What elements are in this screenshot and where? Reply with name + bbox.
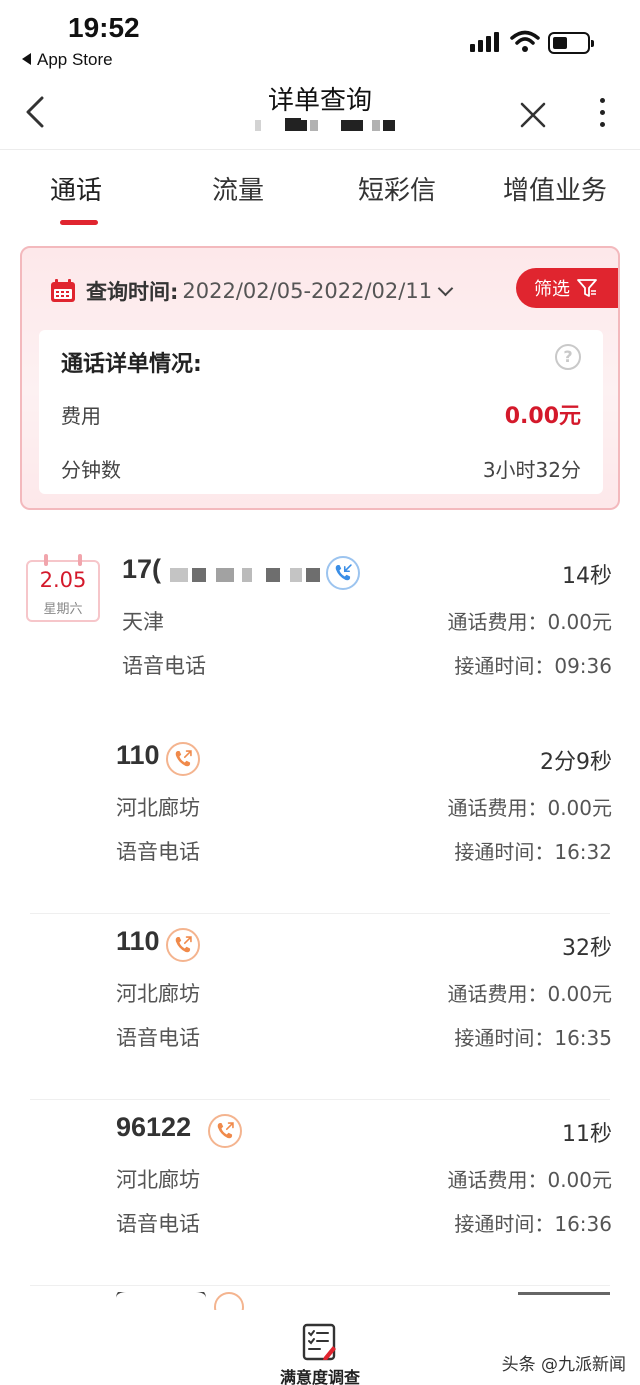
watermark: 头条 @九派新闻 — [501, 1355, 626, 1375]
close-icon[interactable] — [518, 100, 548, 130]
call-fee: 通话费用：0.00元 — [447, 610, 612, 634]
call-record[interactable]: 110 2分9秒 河北廊坊 语音电话 通话费用：0.00元 接通时间：16:32 — [0, 728, 640, 914]
calendar-icon — [51, 279, 75, 302]
more-options-icon[interactable] — [592, 98, 612, 132]
outgoing-call-icon — [166, 742, 200, 776]
battery-icon — [548, 32, 594, 54]
tab-data-usage[interactable]: 流量 — [212, 170, 264, 207]
call-location: 天津 — [122, 610, 164, 634]
call-duration: 11秒 — [562, 1122, 612, 1147]
filter-button[interactable]: 筛选 — [516, 268, 618, 308]
call-connect-time: 接通时间：16:36 — [454, 1212, 612, 1236]
call-connect-time: 接通时间：09:36 — [454, 654, 612, 678]
survey-clipboard-icon[interactable] — [300, 1322, 340, 1362]
cellular-signal-icon — [470, 32, 502, 52]
outgoing-call-icon — [208, 1114, 242, 1148]
call-duration: 2分9秒 — [540, 750, 612, 775]
wifi-icon — [510, 30, 540, 52]
query-time-selector[interactable]: 查询时间: 2022/02/05-2022/02/11 — [50, 274, 454, 308]
back-app-label: App Store — [37, 50, 113, 69]
call-type: 语音电话 — [122, 654, 206, 678]
query-time-label: 查询时间: — [86, 280, 179, 304]
call-record-partial — [0, 1292, 640, 1310]
call-duration: 32秒 — [562, 936, 612, 961]
bottom-bar: 满意度调查 头条 @九派新闻 — [0, 1310, 640, 1385]
filter-funnel-icon — [577, 279, 597, 297]
call-location: 河北廊坊 — [116, 796, 200, 820]
call-fee: 通话费用：0.00元 — [447, 982, 612, 1006]
call-type: 语音电话 — [116, 1026, 200, 1050]
call-location: 河北廊坊 — [116, 1168, 200, 1192]
call-detail-summary: 通话详单情况: ? 费用 0.00元 分钟数 3小时32分 — [39, 330, 603, 494]
tab-calls[interactable]: 通话 — [50, 170, 102, 207]
call-type: 语音电话 — [116, 1212, 200, 1236]
phone-number: 17( — [122, 554, 162, 584]
phone-number: 96122 — [116, 1112, 192, 1142]
date-badge: 2.05 星期六 — [26, 554, 100, 622]
call-duration: 14秒 — [562, 564, 612, 589]
help-icon[interactable]: ? — [555, 344, 581, 370]
phone-number: 110 — [116, 926, 160, 956]
filter-label: 筛选 — [534, 279, 570, 300]
detail-title: 通话详单情况: — [61, 352, 202, 377]
call-fee: 通话费用：0.00元 — [447, 796, 612, 820]
back-to-app-store[interactable]: App Store — [22, 50, 113, 70]
back-triangle-icon — [22, 53, 31, 65]
tab-sms-mms[interactable]: 短彩信 — [358, 170, 436, 207]
minutes-label: 分钟数 — [61, 458, 121, 482]
incoming-call-icon — [326, 556, 360, 590]
call-record[interactable]: 110 32秒 河北廊坊 语音电话 通话费用：0.00元 接通时间：16:35 — [0, 914, 640, 1100]
call-record[interactable]: 2.05 星期六 17( 14秒 天津 语音电话 通话费用：0.00元 接通时间… — [0, 542, 640, 728]
minutes-value: 3小时32分 — [482, 458, 581, 482]
date-day: 2.05 — [39, 568, 87, 592]
active-tab-indicator — [60, 220, 98, 225]
tab-value-added[interactable]: 增值业务 — [503, 170, 607, 207]
call-location: 河北廊坊 — [116, 982, 200, 1006]
chevron-down-icon — [437, 280, 454, 296]
fee-label: 费用 — [61, 404, 101, 428]
summary-card: 查询时间: 2022/02/05-2022/02/11 筛选 通话详单情况: ?… — [20, 246, 620, 510]
outgoing-call-icon — [166, 928, 200, 962]
call-connect-time: 接通时间：16:32 — [454, 840, 612, 864]
status-time: 19:52 — [68, 12, 140, 43]
call-fee: 通话费用：0.00元 — [447, 1168, 612, 1192]
call-type: 语音电话 — [116, 840, 200, 864]
fee-value: 0.00元 — [504, 404, 581, 429]
date-weekday: 星期六 — [43, 602, 83, 617]
nav-bar: 详单查询 — [0, 80, 640, 150]
redacted-number-mask — [170, 568, 320, 582]
call-connect-time: 接通时间：16:35 — [454, 1026, 612, 1050]
tab-bar: 通话 流量 短彩信 增值业务 — [0, 150, 640, 230]
query-time-range: 2022/02/05-2022/02/11 — [182, 279, 433, 303]
status-bar: 19:52 App Store — [0, 0, 640, 80]
call-record[interactable]: 96122 11秒 河北廊坊 语音电话 通话费用：0.00元 接通时间：16:3… — [0, 1100, 640, 1286]
phone-number: 110 — [116, 740, 160, 770]
redacted-account-number — [255, 118, 400, 132]
